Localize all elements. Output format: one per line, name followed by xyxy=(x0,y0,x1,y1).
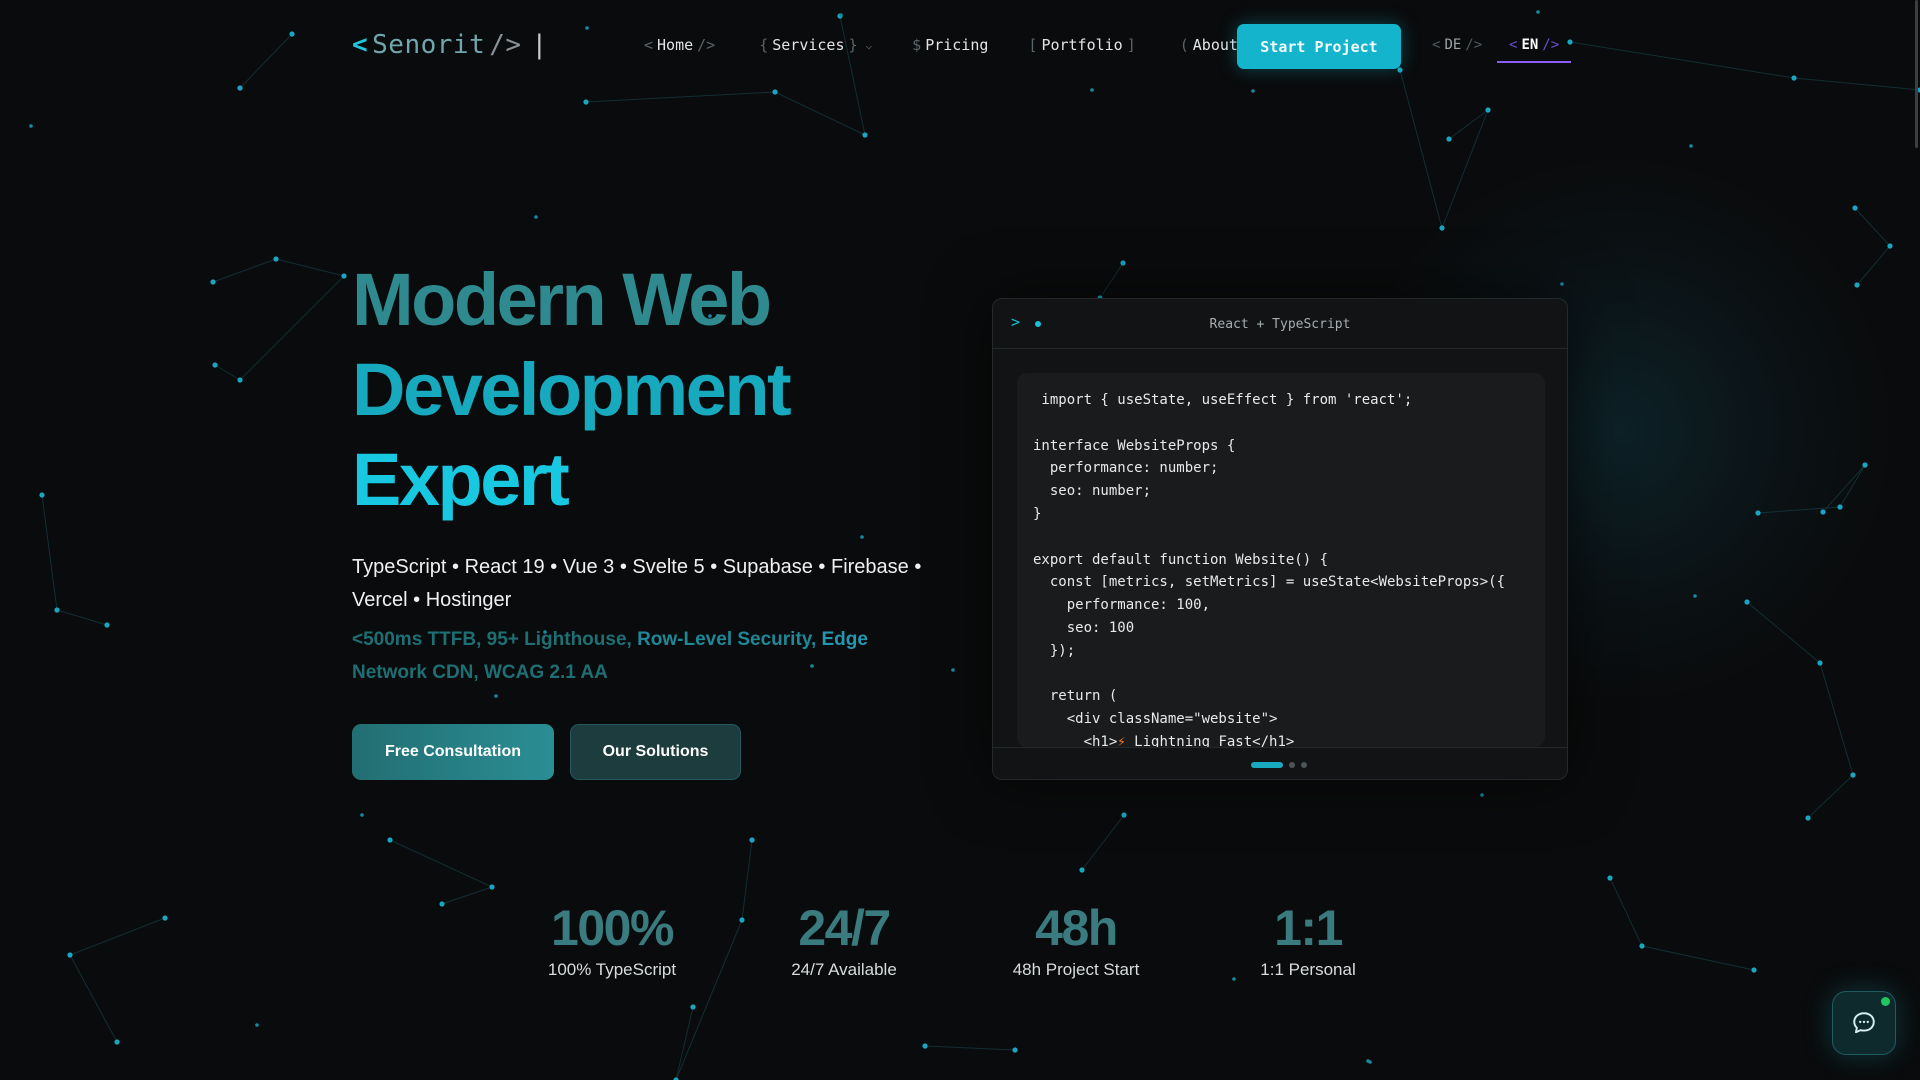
our-solutions-button[interactable]: Our Solutions xyxy=(570,724,741,780)
lang-en-close: /> xyxy=(1542,37,1560,53)
lang-de-label: DE xyxy=(1444,37,1462,53)
stat-item: 24/7 24/7 Available xyxy=(734,898,954,980)
stat-item: 48h 48h Project Start xyxy=(966,898,1186,980)
lang-en-open: < xyxy=(1509,37,1518,53)
logo-bracket: < xyxy=(352,30,369,60)
nav-links: < Home /> { Services } ⌵ $ Pricing [ Por… xyxy=(640,36,1302,54)
nav-portfolio-label: Portfolio xyxy=(1041,36,1123,54)
hero-title-line-1: Modern Web xyxy=(352,258,772,341)
lang-de-open: < xyxy=(1432,37,1441,53)
stat-item: 100% 100% TypeScript xyxy=(502,898,722,980)
stat-label: 48h Project Start xyxy=(1012,960,1140,979)
logo-name: Senorit xyxy=(372,30,486,60)
code-line: <h1>⚡ Lightning Fast</h1> xyxy=(1033,731,1529,747)
hero-title-line-2: Development xyxy=(352,348,792,431)
nav-services-close: } xyxy=(848,36,858,54)
nav-portfolio-close: ] xyxy=(1126,36,1136,54)
nav-portfolio[interactable]: [ Portfolio ] xyxy=(1024,36,1139,54)
nav-services-label: Services xyxy=(772,36,845,54)
particle-network-background xyxy=(29,10,1920,1080)
code-line: seo: 100 xyxy=(1033,619,1135,636)
slide-dot[interactable] xyxy=(1289,762,1295,768)
brand-logo[interactable]: < Senorit /> | xyxy=(352,30,548,60)
lang-switch-en[interactable]: < EN /> xyxy=(1497,37,1572,63)
hero-title: Modern Web Development Expert xyxy=(352,255,952,525)
code-line: const [metrics, setMetrics] = useState<W… xyxy=(1033,574,1506,591)
code-line: seo: number; xyxy=(1033,483,1152,500)
nav-home[interactable]: < Home /> xyxy=(640,36,719,54)
code-block: import { useState, useEffect } from 'rea… xyxy=(1017,373,1545,747)
stat-label: 24/7 Available xyxy=(791,960,897,979)
nav-home-close: /> xyxy=(697,36,716,54)
code-preview-window: > React + TypeScript import { useState, … xyxy=(992,298,1568,780)
slide-dot[interactable] xyxy=(1301,762,1307,768)
nav-portfolio-open: [ xyxy=(1028,36,1038,54)
hero-title-line-3: Expert xyxy=(352,438,570,521)
code-line: <div className="website"> xyxy=(1033,711,1278,728)
free-consultation-button[interactable]: Free Consultation xyxy=(352,724,554,780)
code-line: performance: 100, xyxy=(1033,597,1211,614)
lang-en-label: EN xyxy=(1521,37,1539,53)
chat-button[interactable] xyxy=(1832,991,1896,1055)
lang-switch-de[interactable]: < DE /> xyxy=(1428,37,1486,53)
code-window-title: React + TypeScript xyxy=(1209,317,1351,332)
perf-part-2: Row-Level Security, xyxy=(631,629,817,650)
chevron-down-icon: ⌵ xyxy=(865,38,873,52)
slide-dot[interactable] xyxy=(1251,762,1283,768)
online-indicator xyxy=(1881,997,1890,1006)
code-line: }); xyxy=(1033,642,1076,659)
lightning-icon: ⚡ xyxy=(1117,733,1126,747)
nav-about-label: About xyxy=(1192,36,1238,54)
nav-pricing[interactable]: $ Pricing xyxy=(908,36,988,54)
code-line: export default function Website() { xyxy=(1033,551,1329,568)
hero-cta-row: Free Consultation Our Solutions xyxy=(352,724,952,780)
stat-value: 100% xyxy=(551,900,674,956)
code-line: import { useState, useEffect } from 'rea… xyxy=(1033,392,1413,408)
stat-item: 1:1 1:1 Personal xyxy=(1198,898,1418,980)
start-project-button[interactable]: Start Project xyxy=(1237,24,1401,69)
perf-part-4: Network CDN, WCAG 2.1 AA xyxy=(352,662,608,683)
nav-home-open: < xyxy=(644,36,654,54)
nav-services-open: { xyxy=(759,36,769,54)
slide-pager xyxy=(1251,762,1307,768)
stat-value: 24/7 xyxy=(798,900,891,956)
nav-home-label: Home xyxy=(657,36,694,54)
lang-de-close: /> xyxy=(1465,37,1483,53)
chat-bubble-icon xyxy=(1853,1012,1875,1034)
nav-about-open: ( xyxy=(1179,36,1189,54)
perf-part-1: <500ms TTFB, 95+ Lighthouse, xyxy=(352,629,632,650)
top-navigation: < Senorit /> | < Home /> { Services } ⌵ … xyxy=(0,0,1920,96)
code-line: } xyxy=(1033,505,1042,522)
code-line: interface WebsiteProps { xyxy=(1033,437,1236,454)
nav-services[interactable]: { Services } ⌵ xyxy=(755,36,872,54)
stat-label: 1:1 Personal xyxy=(1260,960,1356,979)
logo-cursor: | xyxy=(531,30,548,60)
nav-pricing-label: Pricing xyxy=(925,36,989,54)
code-line: performance: number; xyxy=(1033,460,1219,477)
code-window-footer xyxy=(993,747,1567,779)
stat-label: 100% TypeScript xyxy=(547,960,677,979)
tech-stack-text: TypeScript • React 19 • Vue 3 • Svelte 5… xyxy=(352,556,922,611)
hero-section: Modern Web Development Expert TypeScript… xyxy=(352,255,952,780)
code-line: return ( xyxy=(1033,688,1118,705)
logo-slash: /> xyxy=(489,30,522,60)
code-window-header: > React + TypeScript xyxy=(993,299,1567,349)
stat-value: 48h xyxy=(1035,900,1118,956)
page-scrollbar[interactable] xyxy=(1915,0,1918,148)
perf-part-3: Edge xyxy=(816,629,868,650)
stat-value: 1:1 xyxy=(1274,900,1343,956)
performance-text: <500ms TTFB, 95+ Lighthouse, Row-Level S… xyxy=(352,623,912,689)
nav-pricing-prefix: $ xyxy=(912,36,922,54)
